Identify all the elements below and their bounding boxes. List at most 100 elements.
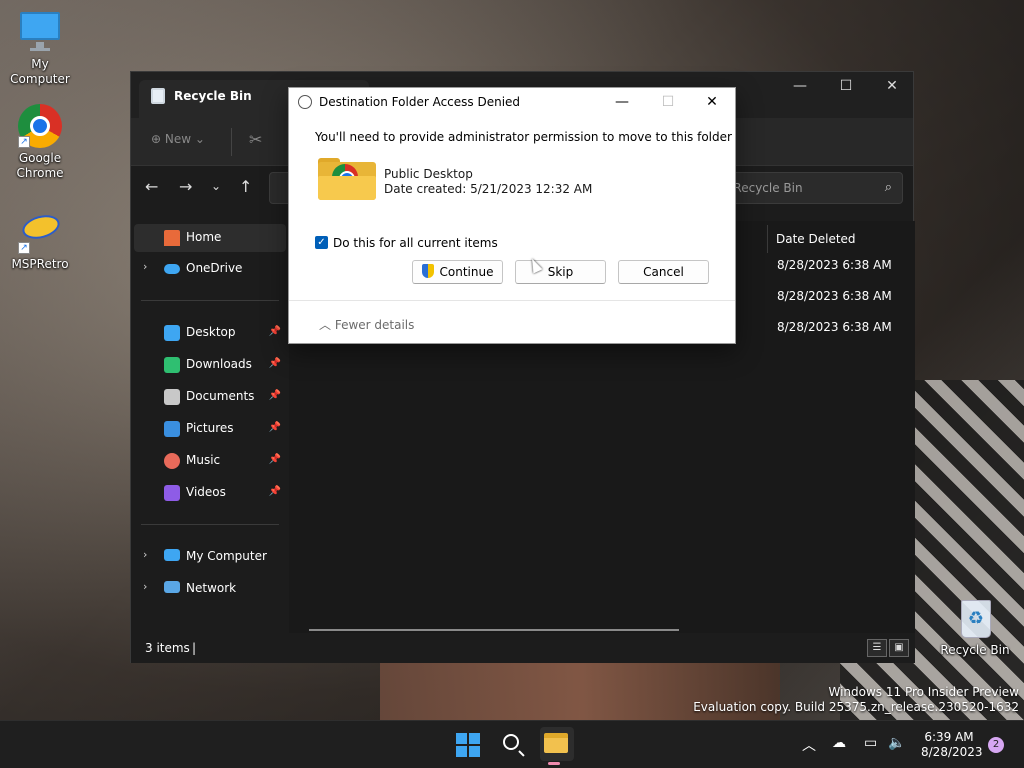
close-icon[interactable]: ✕ bbox=[689, 88, 735, 118]
desktop-icon-label: My Computer bbox=[10, 57, 70, 86]
explorer-tab-title: Recycle Bin bbox=[174, 89, 252, 103]
pin-icon[interactable]: 📌 bbox=[269, 390, 281, 401]
desktop-icon bbox=[164, 325, 180, 341]
table-row-date-deleted[interactable]: 8/28/2023 6:38 AM bbox=[777, 289, 892, 303]
minimize-icon[interactable]: — bbox=[599, 88, 645, 118]
clock-icon bbox=[298, 95, 312, 109]
pin-icon[interactable]: 📌 bbox=[269, 454, 281, 465]
desktop-icon-label: Google Chrome bbox=[16, 151, 64, 180]
pin-icon[interactable]: 📌 bbox=[269, 326, 281, 337]
sidebar-divider bbox=[141, 300, 279, 301]
sidebar-item-home[interactable]: Home bbox=[134, 224, 286, 252]
sidebar-item-onedrive[interactable]: › OneDrive bbox=[131, 255, 287, 283]
search-icon bbox=[503, 734, 519, 750]
start-button[interactable] bbox=[452, 729, 484, 761]
search-input[interactable]: h Recycle Bin ⌕ bbox=[711, 172, 903, 204]
table-row-date-deleted[interactable]: 8/28/2023 6:38 AM bbox=[777, 320, 892, 334]
sidebar-item-documents[interactable]: Documents 📌 bbox=[131, 383, 287, 411]
new-button[interactable]: ⊕ New ⌄ bbox=[151, 132, 205, 146]
cancel-button[interactable]: Cancel bbox=[618, 260, 709, 284]
network-icon bbox=[164, 581, 180, 593]
forward-arrow-icon[interactable]: → bbox=[179, 177, 192, 196]
shield-icon bbox=[421, 264, 434, 278]
sidebar-item-network[interactable]: › Network bbox=[131, 575, 287, 603]
search-button[interactable] bbox=[497, 729, 529, 761]
sidebar-item-label: Music bbox=[186, 453, 221, 467]
maximize-icon[interactable]: ☐ bbox=[823, 72, 869, 102]
desktop-icon-recycle-bin[interactable]: ♻ Recycle Bin bbox=[935, 596, 1015, 658]
close-icon[interactable]: ✕ bbox=[869, 72, 915, 102]
onedrive-offline-icon[interactable]: ☁ bbox=[832, 735, 846, 751]
status-divider: | bbox=[192, 641, 197, 655]
sidebar-item-videos[interactable]: Videos 📌 bbox=[131, 479, 287, 507]
toolbar-divider bbox=[231, 128, 232, 156]
chevron-right-icon[interactable]: › bbox=[143, 580, 147, 593]
system-clock[interactable]: 6:39 AM 8/28/2023 bbox=[921, 730, 983, 760]
recycle-bin-icon: ♻ bbox=[953, 596, 997, 640]
search-icon: ⌕ bbox=[884, 180, 892, 195]
navigation-pane: Home › OneDrive Desktop 📌 Downloads 📌 Do… bbox=[131, 221, 289, 633]
desktop-icon-label: MSPRetro bbox=[11, 257, 69, 271]
chrome-icon: ↗ bbox=[18, 104, 62, 148]
chevron-right-icon[interactable]: › bbox=[143, 548, 147, 561]
document-icon bbox=[164, 389, 180, 405]
network-icon[interactable]: ▭ bbox=[864, 735, 877, 751]
sidebar-item-label: OneDrive bbox=[186, 261, 243, 275]
tiles-view-icon[interactable]: ▣ bbox=[889, 639, 909, 657]
continue-button[interactable]: Continue bbox=[412, 260, 503, 284]
horizontal-scrollbar[interactable] bbox=[309, 629, 679, 631]
column-header-date-deleted[interactable]: Date Deleted bbox=[767, 225, 915, 253]
cut-icon[interactable]: ✂ bbox=[249, 130, 262, 149]
sidebar-item-label: Documents bbox=[186, 389, 255, 403]
chevron-right-icon[interactable]: › bbox=[143, 260, 147, 273]
minimize-icon[interactable]: — bbox=[777, 72, 823, 102]
notification-badge[interactable]: 2 bbox=[988, 737, 1004, 753]
details-view-icon[interactable]: ☰ bbox=[867, 639, 887, 657]
chevron-up-icon: ︿ bbox=[319, 318, 335, 332]
taskbar: ︿ ☁ ▭ 🔈 6:39 AM 8/28/2023 2 bbox=[0, 720, 1024, 768]
maximize-icon: ☐ bbox=[661, 94, 675, 110]
sidebar-item-label: Pictures bbox=[186, 421, 234, 435]
table-row-date-deleted[interactable]: 8/28/2023 6:38 AM bbox=[777, 258, 892, 272]
chevron-down-icon[interactable]: ⌄ bbox=[211, 179, 221, 193]
checkbox[interactable]: ✓ bbox=[315, 236, 328, 249]
desktop-icon-label: Recycle Bin bbox=[940, 643, 1010, 657]
pin-icon[interactable]: 📌 bbox=[269, 422, 281, 433]
volume-icon[interactable]: 🔈 bbox=[888, 735, 905, 751]
dialog-title: Destination Folder Access Denied bbox=[319, 95, 521, 109]
chrome-folder-icon bbox=[318, 154, 376, 202]
sidebar-item-pictures[interactable]: Pictures 📌 bbox=[131, 415, 287, 443]
sidebar-item-label: Downloads bbox=[186, 357, 252, 371]
picture-icon bbox=[164, 421, 180, 437]
chevron-up-icon[interactable]: ︿ bbox=[802, 735, 816, 755]
item-name: Public Desktop bbox=[384, 167, 473, 181]
checkbox-label: Do this for all current items bbox=[333, 236, 498, 250]
sidebar-item-label: My Computer bbox=[186, 549, 267, 563]
status-bar: 3 items | ☰ ▣ bbox=[131, 633, 915, 663]
access-denied-dialog: Destination Folder Access Denied — ☐ ✕ Y… bbox=[288, 87, 736, 344]
pin-icon[interactable]: 📌 bbox=[269, 486, 281, 497]
mspretro-icon: ↗ bbox=[18, 210, 63, 254]
sidebar-item-label: Home bbox=[186, 230, 222, 244]
pin-icon[interactable]: 📌 bbox=[269, 358, 281, 369]
desktop-icon-mspretro[interactable]: ↗ MSPRetro bbox=[0, 210, 80, 272]
desktop-icon-google-chrome[interactable]: ↗ Google Chrome bbox=[0, 104, 80, 181]
sidebar-item-label: Desktop bbox=[186, 325, 236, 339]
sidebar-item-my-computer[interactable]: › My Computer bbox=[131, 543, 287, 571]
sidebar-item-desktop[interactable]: Desktop 📌 bbox=[131, 319, 287, 347]
cloud-icon bbox=[164, 264, 180, 274]
fewer-details-toggle[interactable]: ︿ Fewer details bbox=[319, 316, 414, 333]
back-arrow-icon[interactable]: ← bbox=[145, 177, 158, 196]
up-arrow-icon[interactable]: ↑ bbox=[239, 177, 252, 196]
download-icon bbox=[164, 357, 180, 373]
desktop-icon-my-computer[interactable]: My Computer bbox=[0, 10, 80, 87]
column-header-label: Date Deleted bbox=[776, 232, 856, 246]
sidebar-item-downloads[interactable]: Downloads 📌 bbox=[131, 351, 287, 379]
dialog-divider bbox=[289, 300, 735, 301]
sidebar-divider bbox=[141, 524, 279, 525]
monitor-icon bbox=[18, 10, 62, 54]
sidebar-item-music[interactable]: Music 📌 bbox=[131, 447, 287, 475]
music-icon bbox=[164, 453, 180, 469]
file-explorer-taskbar-button[interactable] bbox=[540, 727, 574, 761]
folder-icon bbox=[544, 733, 568, 753]
